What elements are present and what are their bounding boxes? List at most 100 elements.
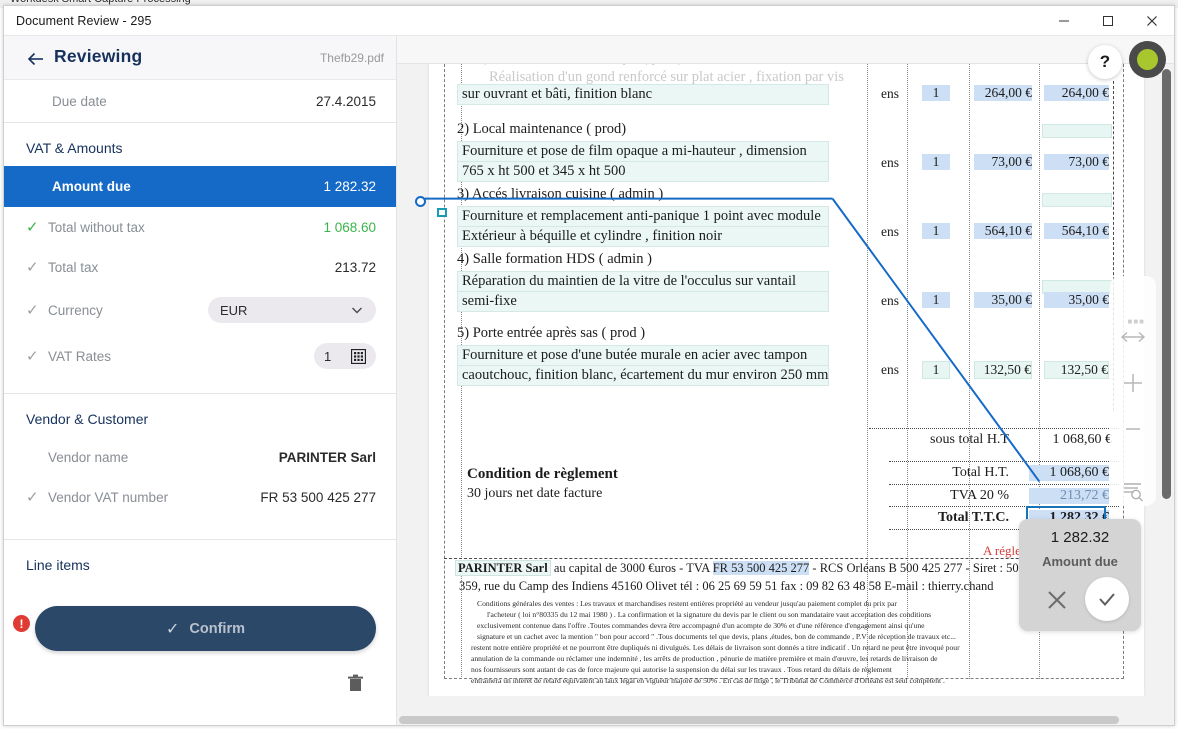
table-cell-total: 264,00 € — [1044, 85, 1109, 101]
confirm-button[interactable]: ✓ Confirm — [35, 606, 376, 651]
drag-handle-dots[interactable]: ■■■ — [1128, 317, 1146, 326]
avatar[interactable] — [1129, 41, 1166, 78]
table-cell-price: 564,10 € — [974, 223, 1032, 239]
field-row-amount-due[interactable]: Amount due 1 282.32 — [4, 166, 396, 207]
total-ttc-label: Total T.T.C. — [899, 510, 1009, 526]
window-titlebar: Document Review - 295 — [4, 6, 1174, 36]
table-cell-price: 35,00 € — [974, 292, 1032, 308]
viewer-toolbar — [397, 36, 1174, 64]
currency-value: EUR — [220, 303, 247, 318]
chevron-down-icon — [350, 303, 364, 317]
currency-dropdown[interactable]: EUR — [208, 297, 376, 323]
popup-caption: Amount due — [1019, 554, 1141, 569]
condition-title: Condition de règlement — [467, 466, 618, 483]
table-cell-qty: 1 — [922, 361, 950, 379]
vat-rates-counter[interactable]: 1 — [314, 343, 376, 369]
table-cell-total: 73,00 € — [1044, 154, 1109, 170]
close-button[interactable] — [1130, 6, 1174, 36]
viewer-horizontal-scrollbar-track[interactable] — [397, 715, 1174, 725]
connector-anchor-handle[interactable] — [437, 208, 447, 217]
total-ht-value: 1 068,60 € — [1029, 465, 1109, 481]
doc-line-item-text: Réparation du maintien de la vitre de l'… — [457, 271, 829, 292]
table-cell-qty: 1 — [922, 154, 950, 170]
doc-line-item-heading: 3) Accés livraison cuisine ( admin ) — [457, 186, 663, 203]
doc-line-item-text: Fourniture et pose d'une butée murale en… — [457, 345, 829, 366]
table-cell-qty: 1 — [922, 85, 950, 101]
table-cell-empty-highlight — [1042, 193, 1112, 207]
document-review-window: Document Review - 295 — [3, 5, 1175, 726]
help-button[interactable]: ? — [1088, 45, 1122, 79]
doc-line-item-text: caoutchouc, finition blanc, écartement d… — [457, 365, 829, 386]
viewer-vertical-scrollbar[interactable] — [1162, 69, 1171, 499]
dotted-rule — [869, 428, 1119, 429]
zoom-in-icon[interactable] — [1110, 360, 1156, 406]
dotted-rule — [889, 484, 1119, 485]
grid-icon — [351, 349, 366, 364]
page-background-band — [429, 696, 1144, 715]
text-search-icon[interactable] — [1110, 468, 1156, 514]
table-cell-qty: 1 — [922, 292, 950, 308]
field-row-currency[interactable]: ✓ Currency EUR — [4, 287, 396, 333]
doc-line-item-text: semi-fixe — [457, 291, 829, 312]
field-row-due-date[interactable]: Due date 27.4.2015 — [4, 80, 396, 122]
minimize-button[interactable] — [1042, 6, 1086, 36]
field-row-vendor-vat-number[interactable]: ✓ Vendor VAT number FR 53 500 425 277 — [4, 477, 396, 517]
vat-rates-value: 1 — [324, 349, 331, 364]
connector-anchor-circle[interactable] — [415, 196, 426, 207]
viewer-horizontal-scrollbar-thumb[interactable] — [399, 716, 1119, 724]
section-title-vendor-customer: Vendor & Customer — [4, 394, 396, 437]
field-row-total-without-tax[interactable]: ✓ Total without tax 1 068.60 — [4, 207, 396, 247]
table-cell-total: 35,00 € — [1044, 292, 1109, 308]
help-label: ? — [1100, 52, 1110, 72]
doc-line-item-text: sur ouvrant et bâti, finition blanc — [457, 84, 829, 105]
section-title-line-items: Line items — [4, 540, 396, 583]
fine-print-line: entrainera un intérêt de retard équivale… — [471, 675, 1111, 686]
field-value: 1 068.60 — [323, 220, 376, 235]
dotted-rule — [889, 461, 1119, 462]
table-cell-total: 564,10 € — [1044, 223, 1109, 239]
sidebar-scroll-area: Due date 27.4.2015 VAT & Amounts Amount … — [4, 80, 396, 725]
doc-line-item-text: 765 x ht 500 et 345 x ht 500 — [457, 161, 829, 182]
document-viewer: Page: 1 / 1 ? 4) Couloir locaux tec — [397, 36, 1174, 725]
trash-icon[interactable] — [347, 674, 364, 693]
tva-label: TVA 20 % — [899, 488, 1009, 504]
field-value: FR 53 500 425 277 — [260, 490, 376, 505]
fine-print-line: nos fournisseurs sont autant de cas de f… — [471, 664, 1111, 675]
error-badge-icon: ! — [13, 615, 30, 632]
arrow-left-icon[interactable] — [26, 49, 46, 69]
field-row-vat-rates[interactable]: ✓ VAT Rates 1 — [4, 333, 396, 379]
maximize-button[interactable] — [1086, 6, 1130, 36]
footer-company-capital: au capital de 3000 €uros - TVA — [551, 561, 713, 575]
field-value: 1 282.32 — [323, 179, 376, 194]
check-icon: ✓ — [26, 490, 48, 505]
table-cell-unit: ens — [875, 362, 905, 378]
check-icon: ✓ — [26, 349, 48, 364]
footer-company-name: PARINTER Sarl — [455, 560, 551, 576]
field-label: Total without tax — [48, 220, 323, 235]
field-value: 27.4.2015 — [316, 94, 376, 109]
field-row-vendor-name[interactable]: Vendor name PARINTER Sarl — [4, 437, 396, 477]
field-label: Amount due — [26, 179, 323, 194]
doc-line-item-text: Fourniture et remplacement anti-panique … — [457, 206, 829, 227]
table-cell-total: 132,50 € — [1044, 361, 1109, 379]
field-label: Total tax — [48, 260, 335, 275]
tva-value: 213,72 € — [1029, 488, 1109, 504]
table-cell-empty-highlight — [1042, 124, 1112, 138]
accept-button[interactable] — [1085, 577, 1129, 621]
page-title: Reviewing — [54, 46, 142, 67]
section-title-vat-amounts: VAT & Amounts — [4, 123, 396, 166]
field-label: Currency — [48, 303, 208, 318]
check-icon — [1096, 588, 1118, 610]
zoom-out-icon[interactable] — [1110, 406, 1156, 452]
total-ht-label: Total H.T. — [899, 465, 1009, 481]
field-row-total-tax[interactable]: ✓ Total tax 213.72 — [4, 247, 396, 287]
subtotal-value: 1 068,60 € — [1029, 432, 1112, 448]
doc-line-item-text: Fourniture et pose de film opaque a mi-h… — [457, 141, 829, 162]
sidebar-header: Reviewing Thefb29.pdf — [4, 36, 396, 80]
footer-address-line: 359, rue du Camp des Indiens 45160 Olive… — [459, 579, 994, 594]
field-label: VAT Rates — [48, 349, 314, 364]
doc-line-item-heading: 2) Local maintenance ( prod) — [457, 121, 626, 138]
avatar-inner — [1137, 49, 1158, 70]
close-icon[interactable] — [1046, 589, 1068, 611]
field-value: 213.72 — [335, 260, 376, 275]
